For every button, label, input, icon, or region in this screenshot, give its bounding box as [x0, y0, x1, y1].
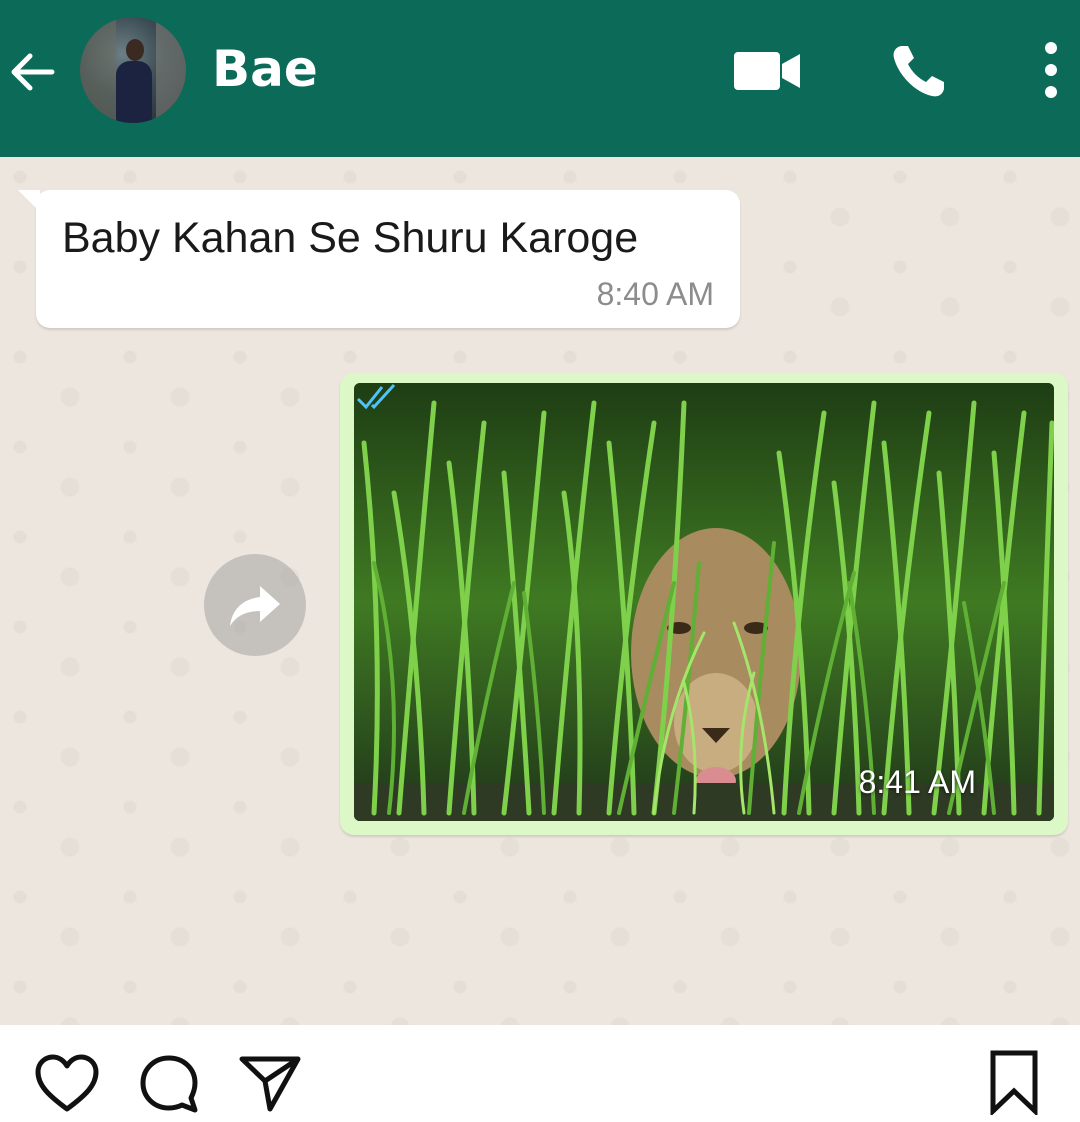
video-call-icon[interactable] — [732, 50, 802, 92]
chat-header: Bae — [0, 0, 1080, 157]
forward-button[interactable] — [204, 554, 306, 656]
message-time: 8:41 AM — [858, 764, 976, 800]
incoming-message[interactable]: Baby Kahan Se Shuru Karoge 8:40 AM — [18, 190, 740, 328]
chat-area[interactable]: Baby Kahan Se Shuru Karoge 8:40 AM 8:41 … — [0, 157, 1080, 1025]
shared-photo[interactable]: 8:41 AM — [354, 383, 1054, 821]
back-arrow-icon[interactable] — [6, 46, 58, 98]
message-time: 8:40 AM — [596, 276, 714, 312]
read-receipt-icon — [356, 383, 396, 410]
share-icon[interactable] — [238, 1053, 302, 1113]
phone-call-icon[interactable] — [888, 40, 950, 102]
post-action-bar — [0, 1025, 1080, 1122]
forward-icon — [230, 586, 280, 626]
contact-avatar[interactable] — [80, 17, 186, 123]
more-options-icon[interactable] — [1038, 40, 1064, 100]
message-text: Baby Kahan Se Shuru Karoge — [62, 214, 639, 262]
bookmark-icon[interactable] — [988, 1049, 1040, 1115]
outgoing-image-message[interactable]: 8:41 AM — [340, 373, 1068, 835]
heart-icon[interactable] — [34, 1053, 100, 1113]
contact-name[interactable]: Bae — [212, 40, 318, 98]
comment-icon[interactable] — [138, 1053, 200, 1115]
